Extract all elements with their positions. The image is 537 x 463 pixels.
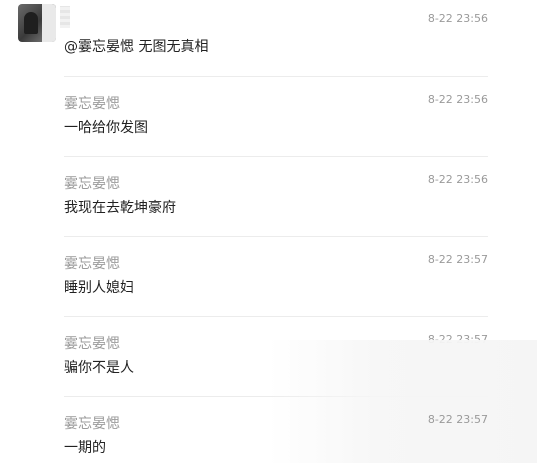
message-text: @霎忘晏愢 无图无真相 <box>64 39 209 55</box>
divider <box>64 236 488 237</box>
message-sender: 霎忘晏愢 <box>64 336 120 352</box>
message-item: 霎忘晏愢 8-22 23:56 一哈给你发图 <box>64 93 488 143</box>
avatar[interactable] <box>18 4 56 42</box>
divider <box>64 316 488 317</box>
message-time: 8-22 23:56 <box>427 93 488 106</box>
message-time: 8-22 23:56 <box>427 173 488 186</box>
message-text: 一哈给你发图 <box>64 120 148 136</box>
message-sender: 霎忘晏愢 <box>64 96 120 112</box>
message-text: 睡别人媳妇 <box>64 280 134 296</box>
message-text: 我现在去乾坤豪府 <box>64 200 176 216</box>
message-time: 8-22 23:57 <box>427 253 488 266</box>
message-item: 8-22 23:56 @霎忘晏愢 无图无真相 <box>64 12 488 62</box>
message-sender: 霎忘晏愢 <box>64 176 120 192</box>
chat-message-list: 8-22 23:56 @霎忘晏愢 无图无真相 霎忘晏愢 8-22 23:56 一… <box>0 0 537 463</box>
message-sender: 霎忘晏愢 <box>64 416 120 432</box>
message-time: 8-22 23:56 <box>427 12 488 25</box>
message-sender: 霎忘晏愢 <box>64 256 120 272</box>
divider <box>64 76 488 77</box>
message-time: 8-22 23:57 <box>427 413 488 426</box>
message-item: 霎忘晏愢 8-22 23:57 睡别人媳妇 <box>64 253 488 303</box>
message-item: 霎忘晏愢 8-22 23:57 一期的 <box>64 413 488 463</box>
message-text: 骗你不是人 <box>64 360 134 376</box>
message-text: 一期的 <box>64 440 106 456</box>
divider <box>64 156 488 157</box>
message-item: 霎忘晏愢 8-22 23:56 我现在去乾坤豪府 <box>64 173 488 223</box>
